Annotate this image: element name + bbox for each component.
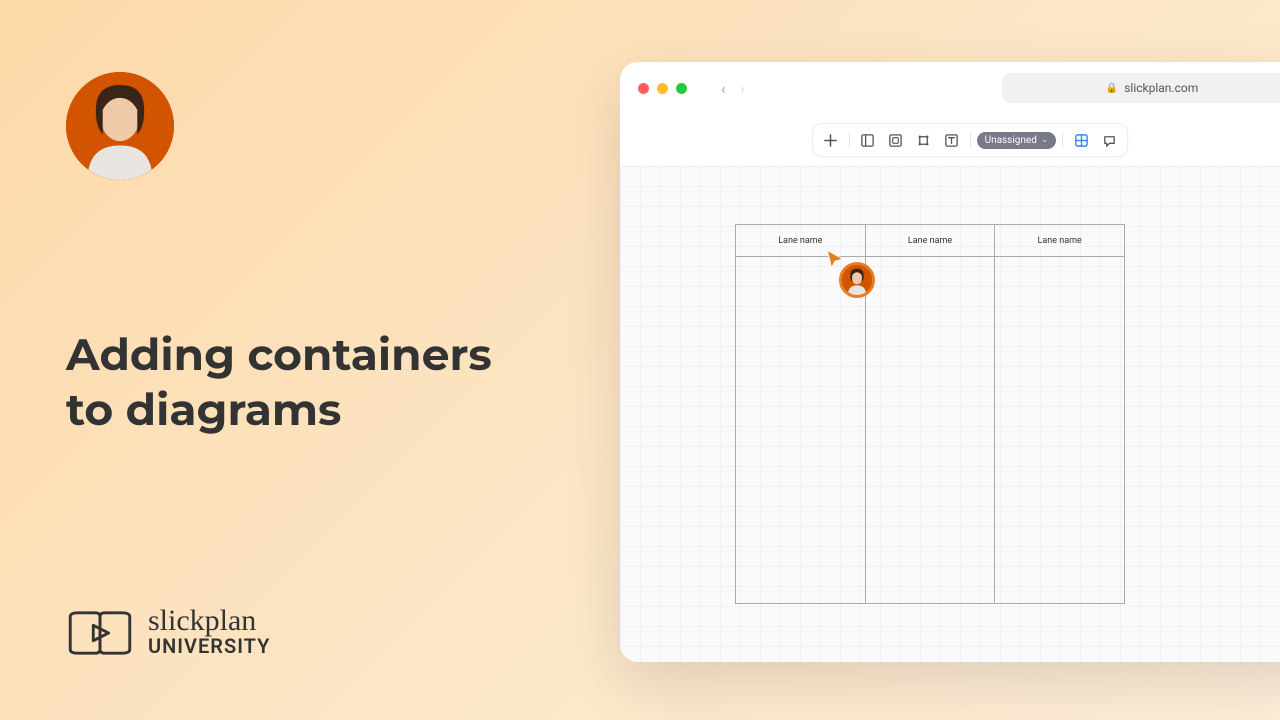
layout-tool-icon[interactable]: [856, 128, 880, 152]
app-toolbar: Unassigned ⌄: [620, 114, 1280, 166]
lane-header[interactable]: Lane name: [866, 225, 995, 257]
toolbar-divider: [970, 132, 971, 148]
lane-1[interactable]: Lane name: [736, 225, 866, 603]
title-line-1: Adding containers: [66, 328, 492, 383]
shape-tool-icon[interactable]: [912, 128, 936, 152]
minimize-window-icon[interactable]: [657, 83, 668, 94]
maximize-window-icon[interactable]: [676, 83, 687, 94]
diagram-canvas[interactable]: Lane name Lane name Lane name: [620, 166, 1280, 662]
brand-logo: slickplan UNIVERSITY: [66, 607, 270, 658]
back-button[interactable]: ‹: [721, 79, 726, 98]
lane-2[interactable]: Lane name: [866, 225, 996, 603]
lane-header[interactable]: Lane name: [736, 225, 865, 257]
presenter-avatar: [66, 72, 174, 180]
browser-window: ‹ › 🔒 slickplan.com: [620, 62, 1280, 662]
chevron-down-icon: ⌄: [1041, 135, 1049, 145]
close-window-icon[interactable]: [638, 83, 649, 94]
assignment-dropdown[interactable]: Unassigned ⌄: [977, 132, 1057, 149]
browser-chrome: ‹ › 🔒 slickplan.com: [620, 62, 1280, 114]
grid-tool-icon[interactable]: [1069, 128, 1093, 152]
lock-icon: 🔒: [1106, 83, 1118, 94]
comment-tool-icon[interactable]: [1097, 128, 1121, 152]
group-tool-icon[interactable]: [884, 128, 908, 152]
url-bar[interactable]: 🔒 slickplan.com: [1002, 73, 1280, 103]
text-tool-icon[interactable]: [940, 128, 964, 152]
forward-button[interactable]: ›: [740, 79, 745, 98]
url-text: slickplan.com: [1124, 81, 1198, 95]
title-line-2: to diagrams: [66, 383, 492, 438]
brand-subtitle: UNIVERSITY: [148, 634, 270, 658]
swimlane-container[interactable]: Lane name Lane name Lane name: [735, 224, 1125, 604]
assignment-label: Unassigned: [985, 135, 1037, 146]
lane-3[interactable]: Lane name: [995, 225, 1124, 603]
book-play-icon: [66, 609, 134, 657]
nav-arrows: ‹ ›: [721, 79, 745, 98]
toolbar-divider: [849, 132, 850, 148]
toolbar-divider: [1062, 132, 1063, 148]
page-title: Adding containers to diagrams: [66, 328, 492, 438]
traffic-lights: [638, 83, 687, 94]
brand-name: slickplan: [148, 607, 270, 634]
lane-header[interactable]: Lane name: [995, 225, 1124, 257]
add-button[interactable]: [819, 128, 843, 152]
